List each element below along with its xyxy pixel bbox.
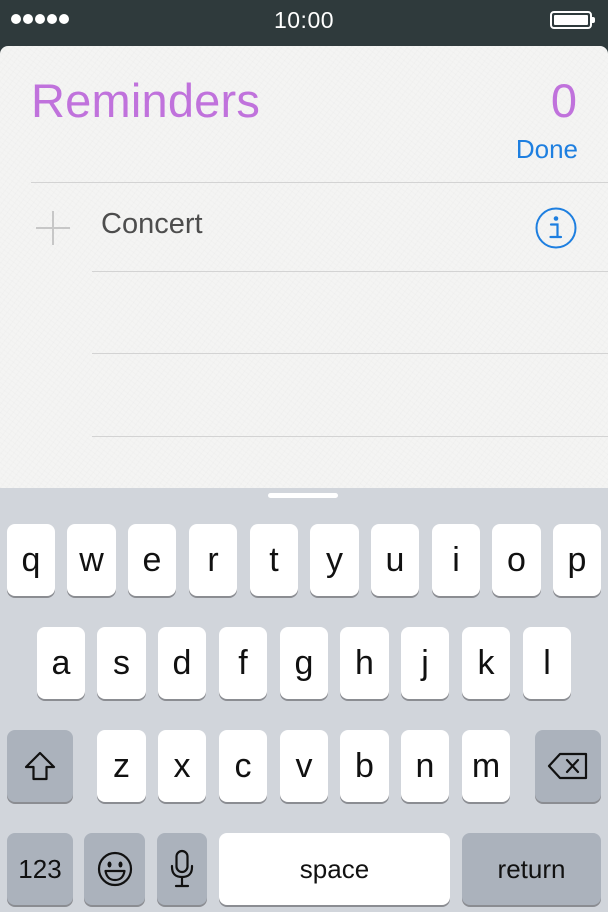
key-p[interactable]: p: [553, 524, 601, 596]
reminder-item-text[interactable]: Concert: [101, 208, 203, 241]
microphone-icon: [170, 849, 194, 888]
key-l[interactable]: l: [523, 627, 571, 699]
key-s[interactable]: s: [97, 627, 146, 699]
key-j[interactable]: j: [401, 627, 449, 699]
backspace-icon: [547, 752, 588, 780]
row-divider: [92, 436, 608, 437]
battery-icon: [550, 11, 595, 29]
plus-icon[interactable]: [34, 209, 72, 247]
dictation-key[interactable]: [157, 833, 207, 905]
key-y[interactable]: y: [310, 524, 359, 596]
numbers-key[interactable]: 123: [7, 833, 73, 905]
status-bar: 10:00: [0, 0, 608, 46]
key-g[interactable]: g: [280, 627, 328, 699]
key-c[interactable]: c: [219, 730, 267, 802]
key-v[interactable]: v: [280, 730, 328, 802]
key-a[interactable]: a: [37, 627, 85, 699]
row-divider: [92, 353, 608, 354]
key-h[interactable]: h: [340, 627, 389, 699]
key-m[interactable]: m: [462, 730, 510, 802]
reminders-list: Reminders 0 Done Concert: [0, 46, 608, 488]
reminder-count: 0: [550, 74, 577, 127]
key-w[interactable]: w: [67, 524, 116, 596]
key-z[interactable]: z: [97, 730, 146, 802]
return-key[interactable]: return: [462, 833, 601, 905]
keyboard: q w e r t y u i o p a s d f g h j k l z …: [0, 488, 608, 912]
key-d[interactable]: d: [158, 627, 206, 699]
done-button[interactable]: Done: [490, 134, 578, 165]
key-f[interactable]: f: [219, 627, 267, 699]
info-icon[interactable]: [534, 206, 578, 250]
key-e[interactable]: e: [128, 524, 176, 596]
backspace-key[interactable]: [535, 730, 601, 802]
key-n[interactable]: n: [401, 730, 449, 802]
keyboard-handle[interactable]: [268, 493, 338, 498]
key-t[interactable]: t: [250, 524, 298, 596]
shift-icon: [24, 751, 56, 781]
key-o[interactable]: o: [492, 524, 541, 596]
list-title: Reminders: [31, 74, 261, 127]
emoji-key[interactable]: [84, 833, 145, 905]
key-u[interactable]: u: [371, 524, 419, 596]
space-key[interactable]: space: [219, 833, 450, 905]
key-x[interactable]: x: [158, 730, 206, 802]
status-time: 10:00: [273, 7, 335, 33]
key-r[interactable]: r: [189, 524, 237, 596]
key-k[interactable]: k: [462, 627, 510, 699]
emoji-icon: [97, 851, 132, 887]
shift-key[interactable]: [7, 730, 73, 802]
row-divider: [92, 271, 608, 272]
key-i[interactable]: i: [432, 524, 480, 596]
header-divider: [31, 182, 608, 183]
key-q[interactable]: q: [7, 524, 55, 596]
key-b[interactable]: b: [340, 730, 389, 802]
